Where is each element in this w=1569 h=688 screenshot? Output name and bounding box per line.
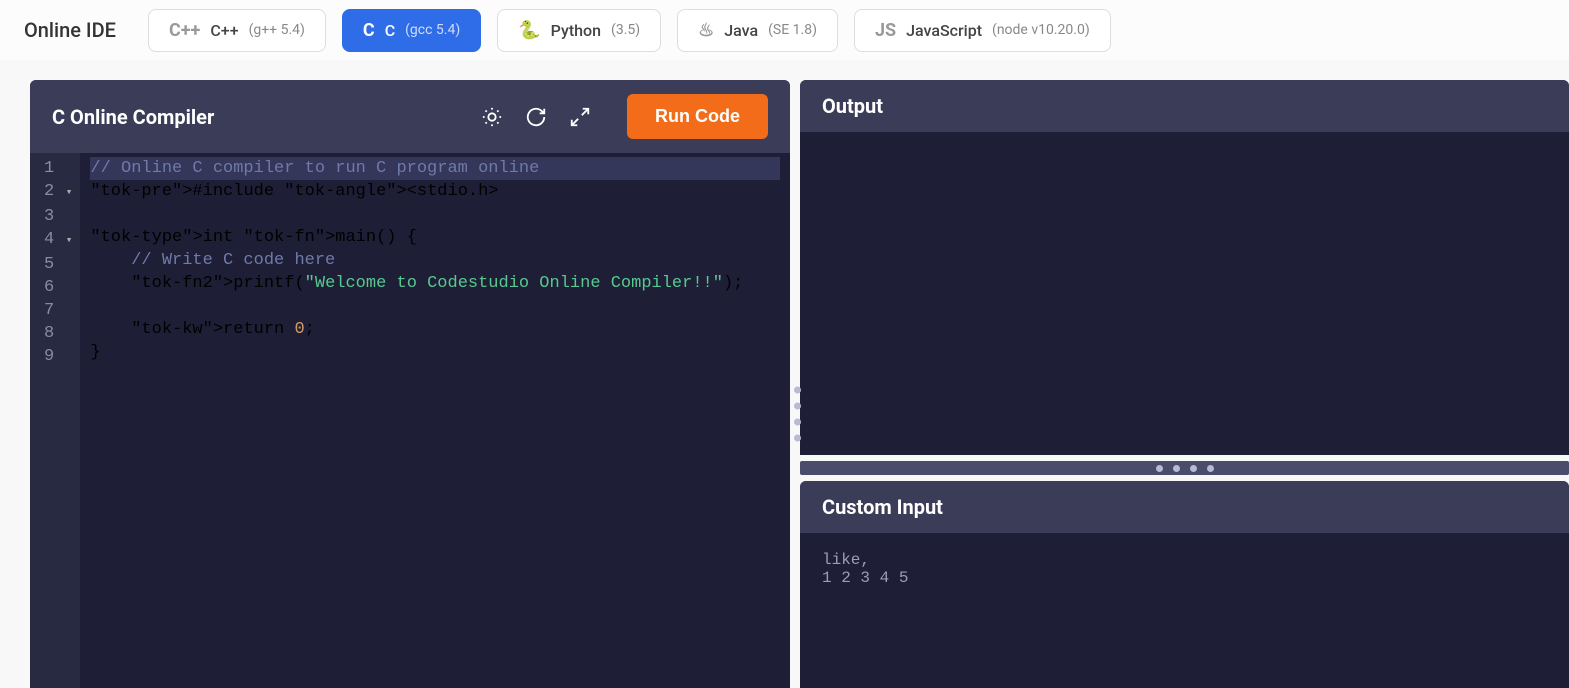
custom-input-title: Custom Input bbox=[800, 481, 1569, 533]
cpp-icon: C++ bbox=[169, 20, 200, 41]
lang-tab-c[interactable]: C C (gcc 5.4) bbox=[342, 9, 481, 52]
custom-input-content[interactable]: like, 1 2 3 4 5 bbox=[800, 533, 1569, 688]
code-editor[interactable]: 1 2 ▾ 3 4 ▾ 5 6 7 8 9 // Online C compil… bbox=[30, 153, 790, 688]
expand-icon bbox=[569, 106, 591, 128]
code-line[interactable]: // Write C code here bbox=[90, 249, 780, 272]
editor-title: C Online Compiler bbox=[52, 105, 463, 129]
code-line[interactable]: "tok-kw">return 0; bbox=[90, 318, 780, 341]
code-content[interactable]: // Online C compiler to run C program on… bbox=[80, 153, 790, 688]
run-code-button[interactable]: Run Code bbox=[627, 94, 768, 139]
code-line[interactable]: // Online C compiler to run C program on… bbox=[90, 157, 780, 180]
lang-version: (gcc 5.4) bbox=[405, 22, 460, 38]
code-line[interactable] bbox=[90, 203, 780, 226]
code-line[interactable]: "tok-fn2">printf("Welcome to Codestudio … bbox=[90, 272, 780, 295]
python-icon: 🐍 bbox=[518, 20, 540, 41]
language-header: Online IDE C++ C++ (g++ 5.4) C C (gcc 5.… bbox=[0, 0, 1569, 60]
lang-name: Python bbox=[551, 21, 601, 40]
c-icon: C bbox=[363, 20, 375, 41]
lang-name: JavaScript bbox=[906, 21, 982, 40]
js-icon: JS bbox=[875, 20, 896, 41]
output-title: Output bbox=[800, 80, 1569, 132]
code-line[interactable]: "tok-type">int "tok-fn">main() { bbox=[90, 226, 780, 249]
lang-tab-cpp[interactable]: C++ C++ (g++ 5.4) bbox=[148, 9, 326, 52]
refresh-icon bbox=[525, 106, 547, 128]
lang-tab-java[interactable]: ♨ Java (SE 1.8) bbox=[677, 9, 838, 52]
output-panel: Output bbox=[800, 80, 1569, 455]
editor-panel: C Online Compiler bbox=[30, 80, 790, 688]
lang-name: Java bbox=[724, 21, 758, 40]
custom-input-panel: Custom Input like, 1 2 3 4 5 bbox=[800, 481, 1569, 688]
ide-title: Online IDE bbox=[24, 18, 116, 42]
sun-icon bbox=[481, 106, 503, 128]
lang-name: C++ bbox=[210, 21, 238, 40]
code-line[interactable]: } bbox=[90, 341, 780, 364]
horizontal-splitter[interactable] bbox=[800, 461, 1569, 475]
reset-button[interactable] bbox=[521, 102, 551, 132]
output-content bbox=[800, 132, 1569, 455]
fullscreen-button[interactable] bbox=[565, 102, 595, 132]
lang-version: (3.5) bbox=[611, 22, 640, 38]
line-gutter: 1 2 ▾ 3 4 ▾ 5 6 7 8 9 bbox=[30, 153, 80, 688]
lang-tab-javascript[interactable]: JS JavaScript (node v10.20.0) bbox=[854, 9, 1111, 52]
theme-toggle-button[interactable] bbox=[477, 102, 507, 132]
lang-version: (SE 1.8) bbox=[768, 22, 817, 38]
editor-header: C Online Compiler bbox=[30, 80, 790, 153]
lang-version: (node v10.20.0) bbox=[992, 22, 1090, 38]
java-icon: ♨ bbox=[698, 20, 714, 41]
workspace: C Online Compiler bbox=[0, 60, 1569, 688]
lang-version: (g++ 5.4) bbox=[249, 22, 305, 38]
code-line[interactable] bbox=[90, 295, 780, 318]
lang-tab-python[interactable]: 🐍 Python (3.5) bbox=[497, 9, 661, 52]
code-line[interactable]: "tok-pre">#include "tok-angle"><stdio.h> bbox=[90, 180, 780, 203]
vertical-splitter[interactable] bbox=[791, 387, 803, 442]
right-panel: Output Custom Input like, 1 2 3 4 5 bbox=[800, 80, 1569, 688]
lang-name: C bbox=[385, 21, 395, 40]
